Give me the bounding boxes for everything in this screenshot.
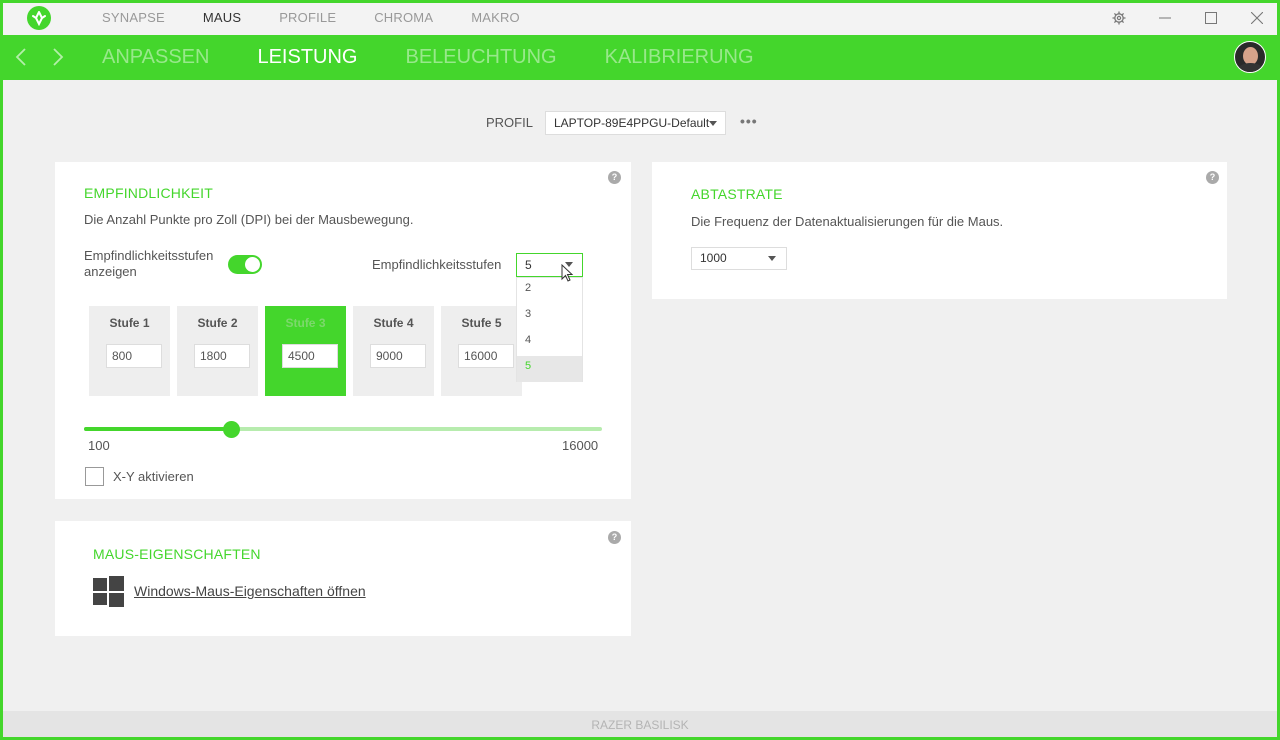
chevron-down-icon	[709, 121, 717, 126]
polling-title: ABTASTRATE	[691, 186, 783, 202]
profile-select[interactable]: LAPTOP-89E4PPGU-Default	[545, 111, 726, 135]
windows-mouse-properties-link[interactable]: Windows-Maus-Eigenschaften öffnen	[134, 583, 366, 599]
polling-panel	[652, 162, 1227, 299]
back-arrow-icon[interactable]	[15, 47, 27, 67]
dropdown-option-selected[interactable]: 5	[517, 356, 582, 382]
windows-logo-icon	[93, 576, 124, 607]
stage-dpi-input[interactable]	[370, 344, 426, 368]
slider-min-label: 100	[88, 438, 110, 453]
sensitivity-title: EMPFINDLICHKEIT	[84, 185, 214, 201]
xy-checkbox[interactable]	[85, 467, 104, 486]
top-nav: SYNAPSE MAUS PROFILE CHROMA MAKRO	[102, 0, 558, 35]
help-icon[interactable]: ?	[1206, 171, 1219, 184]
topnav-synapse[interactable]: SYNAPSE	[102, 0, 165, 35]
dpi-stage-2[interactable]: Stufe 2	[177, 306, 258, 396]
stage-dpi-input[interactable]	[458, 344, 514, 368]
tab-anpassen[interactable]: ANPASSEN	[102, 35, 209, 80]
minimize-icon[interactable]	[1142, 0, 1188, 35]
dpi-slider-fill	[84, 427, 231, 431]
stage-dpi-input[interactable]	[282, 344, 338, 368]
device-name: RAZER BASILISK	[591, 718, 689, 732]
polling-description: Die Frequenz der Datenaktualisierungen f…	[691, 214, 1004, 229]
title-bar: SYNAPSE MAUS PROFILE CHROMA MAKRO	[0, 0, 1280, 35]
help-icon[interactable]: ?	[608, 171, 621, 184]
polling-rate-value: 1000	[700, 251, 727, 265]
stages-count-dropdown: 2 3 4 5	[516, 277, 583, 382]
dropdown-option[interactable]: 3	[517, 304, 582, 330]
dpi-slider-handle[interactable]	[223, 421, 240, 438]
stage-dpi-input[interactable]	[106, 344, 162, 368]
dpi-stage-4[interactable]: Stufe 4	[353, 306, 434, 396]
topnav-makro[interactable]: MAKRO	[471, 0, 520, 35]
tab-kalibrierung[interactable]: KALIBRIERUNG	[605, 35, 754, 80]
mouse-cursor-icon	[561, 264, 574, 282]
stage-dpi-input[interactable]	[194, 344, 250, 368]
xy-label: X-Y aktivieren	[113, 469, 194, 484]
sensitivity-description: Die Anzahl Punkte pro Zoll (DPI) bei der…	[84, 212, 414, 227]
stages-count-label: Empfindlichkeitsstufen	[372, 257, 502, 272]
stage-label: Stufe 5	[461, 316, 502, 330]
profile-value: LAPTOP-89E4PPGU-Default	[554, 116, 710, 130]
more-options-icon[interactable]: •••	[740, 113, 758, 129]
dropdown-option[interactable]: 4	[517, 330, 582, 356]
topnav-chroma[interactable]: CHROMA	[374, 0, 433, 35]
show-stages-toggle[interactable]	[228, 255, 262, 274]
tab-leistung[interactable]: LEISTUNG	[257, 35, 357, 80]
dpi-stage-5[interactable]: Stufe 5	[441, 306, 522, 396]
stage-label: Stufe 4	[373, 316, 414, 330]
dpi-stage-3[interactable]: Stufe 3	[265, 306, 346, 396]
forward-arrow-icon[interactable]	[52, 47, 64, 67]
status-bar: RAZER BASILISK	[0, 711, 1280, 740]
toggle-label: Empfindlichkeitsstufen	[84, 248, 214, 263]
section-nav: ANPASSEN LEISTUNG BELEUCHTUNG KALIBRIERU…	[0, 35, 1280, 80]
mouse-properties-panel	[55, 521, 631, 636]
window-controls	[1096, 0, 1280, 35]
stage-label: Stufe 3	[285, 316, 326, 330]
razer-logo-icon[interactable]	[27, 6, 51, 30]
gear-icon[interactable]	[1096, 0, 1142, 35]
topnav-maus[interactable]: MAUS	[203, 0, 241, 35]
help-icon[interactable]: ?	[608, 531, 621, 544]
toggle-label-line2: anzeigen	[84, 264, 137, 279]
tab-beleuchtung[interactable]: BELEUCHTUNG	[405, 35, 556, 80]
slider-max-label: 16000	[562, 438, 599, 453]
close-icon[interactable]	[1234, 0, 1280, 35]
stages-count-value: 5	[525, 258, 532, 272]
topnav-profile[interactable]: PROFILE	[279, 0, 336, 35]
dpi-stage-1[interactable]: Stufe 1	[89, 306, 170, 396]
mouse-properties-title: MAUS-EIGENSCHAFTEN	[93, 546, 261, 562]
stage-label: Stufe 2	[197, 316, 238, 330]
stage-label: Stufe 1	[109, 316, 150, 330]
avatar[interactable]	[1234, 41, 1266, 73]
polling-rate-select[interactable]: 1000	[691, 247, 787, 270]
maximize-icon[interactable]	[1188, 0, 1234, 35]
profile-label: PROFIL	[486, 115, 533, 130]
chevron-down-icon	[768, 256, 776, 261]
